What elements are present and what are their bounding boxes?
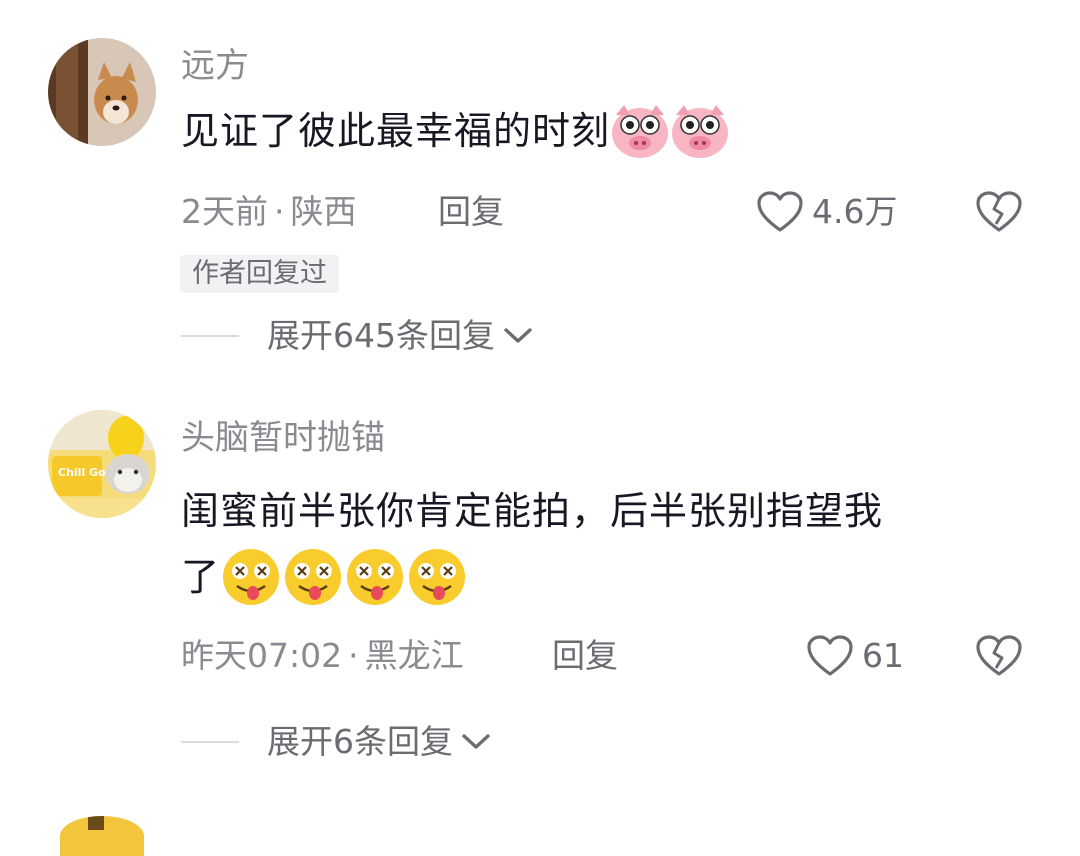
heart-icon (757, 191, 803, 232)
pig-face-emoji (612, 105, 669, 158)
avatar[interactable] (60, 816, 144, 856)
dislike-button[interactable] (975, 190, 1023, 238)
heart-icon (807, 635, 853, 676)
dislike-button[interactable] (975, 634, 1023, 682)
comment-text: 闺蜜前半张你肯定能拍，后半张别指望我 (181, 489, 884, 533)
chevron-down-icon (504, 328, 532, 343)
reply-button[interactable]: 回复 (552, 636, 618, 676)
next-avatar-partial (60, 816, 144, 856)
dizzy-tongue-emoji (409, 549, 466, 605)
like-count: 61 (862, 636, 904, 675)
like-button[interactable]: 61 (806, 634, 904, 678)
expand-replies-button[interactable]: 展开6条回复 (181, 722, 493, 762)
expand-replies-label: 展开645条回复 (267, 316, 495, 355)
comment-location: 黑龙江 (364, 636, 464, 675)
avatar[interactable]: Chill Goods (48, 410, 156, 518)
expand-replies-label: 展开6条回复 (267, 722, 453, 761)
shiba-avatar-image (48, 38, 156, 146)
reply-button[interactable]: 回复 (438, 192, 504, 232)
comment-text: 见证了彼此最幸福的时刻 (181, 109, 611, 153)
meta-separator: · (348, 636, 359, 675)
comment-text-row: 见证了彼此最幸福的时刻 (181, 100, 730, 162)
comment-location: 陕西 (290, 192, 357, 231)
broken-heart-icon (976, 191, 1022, 232)
dizzy-tongue-emoji (223, 549, 280, 605)
broken-heart-icon (976, 635, 1022, 676)
author-replied-tag: 作者回复过 (180, 255, 339, 293)
avatar[interactable] (48, 38, 156, 146)
meta-separator: · (274, 192, 285, 231)
comment-time: 昨天07:02 (181, 636, 343, 675)
like-button[interactable]: 4.6万 (756, 190, 897, 234)
dizzy-tongue-emoji (347, 549, 404, 605)
comment-text-row: 了 (181, 546, 468, 608)
divider-line (181, 335, 239, 337)
comment-text-line2: 了 (181, 555, 221, 599)
comment-username[interactable]: 头脑暂时抛锚 (181, 418, 385, 458)
comment-meta: 昨天07:02 · 黑龙江 (181, 636, 464, 676)
chevron-down-icon (462, 734, 490, 749)
comment-username[interactable]: 远方 (181, 46, 249, 86)
pig-face-emoji (672, 105, 729, 158)
dizzy-tongue-emoji (285, 549, 342, 605)
divider-line (181, 741, 239, 743)
comment-meta: 2天前 · 陕西 (181, 192, 357, 232)
like-count: 4.6万 (812, 192, 898, 231)
cat-avatar-image: Chill Goods (48, 410, 156, 518)
comment-time: 2天前 (181, 192, 268, 231)
expand-replies-button[interactable]: 展开645条回复 (181, 316, 535, 356)
